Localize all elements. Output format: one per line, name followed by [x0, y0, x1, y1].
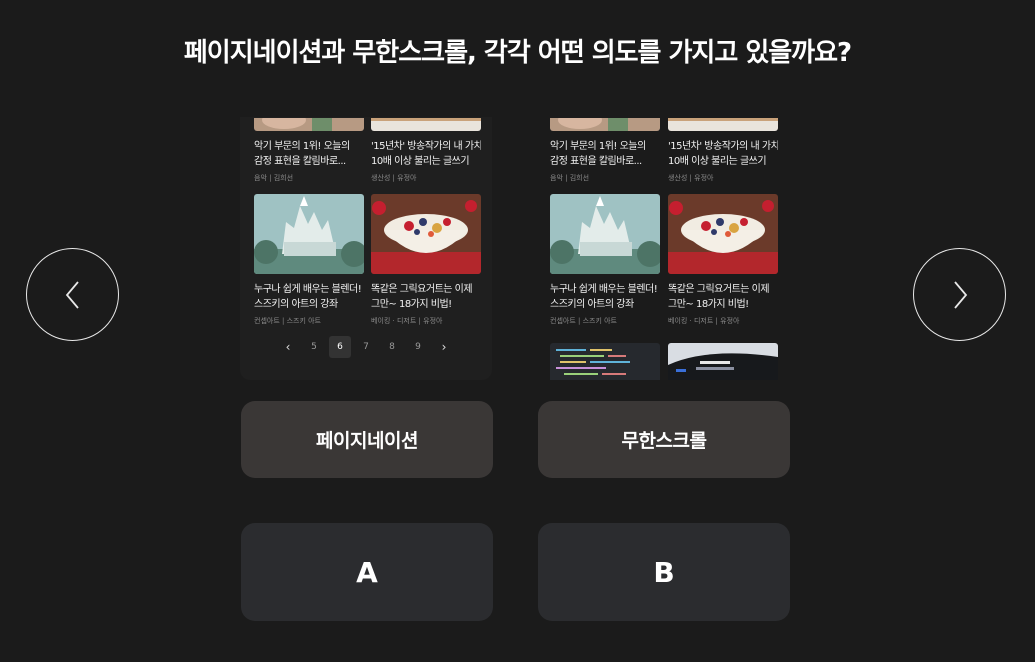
course-card: 악기 부문의 1위! 오늘의 감정 표현을 칼림바로... 음악 | 김희선: [550, 117, 660, 183]
card-thumbnail: [371, 194, 481, 274]
card-meta: 생산성 | 유정아: [668, 174, 714, 182]
card-thumbnail: [550, 117, 660, 131]
pagination-prev-icon[interactable]: ‹: [277, 336, 299, 358]
card-title-line1: '15년차' 방송작가의 내 가치: [668, 141, 778, 152]
card-title-line1: 누구나 쉽게 배우는 블렌더!: [254, 284, 362, 295]
page-button[interactable]: 7: [355, 336, 377, 358]
course-card: 누구나 쉽게 배우는 블렌더! 스즈키의 아트의 강좌 컨셉아트 | 스즈키 아…: [550, 194, 660, 326]
card-title-line1: '15년차' 방송작가의 내 가치: [371, 141, 481, 152]
course-card: 똑같은 그릭요거트는 이제 그만~ 18가지 비법! 베이킹 · 디저트 | 유…: [371, 194, 481, 326]
course-card: [668, 343, 778, 380]
card-meta: 컨셉아트 | 스즈키 아트: [550, 317, 617, 325]
card-title-line2: 그만~ 18가지 비법!: [668, 299, 749, 310]
card-thumbnail: [668, 343, 778, 380]
card-title-line1: 악기 부문의 1위! 오늘의: [254, 141, 350, 152]
chevron-right-icon: [953, 280, 967, 309]
card-meta: 생산성 | 유정아: [371, 174, 417, 182]
card-title-line2: 감정 표현을 칼림바로...: [254, 156, 346, 167]
card-title-line1: 악기 부문의 1위! 오늘의: [550, 141, 646, 152]
question-title: 페이지네이션과 무한스크롤, 각각 어떤 의도를 가지고 있을까요?: [183, 38, 852, 68]
pagination-label: 페이지네이션: [241, 401, 493, 478]
card-title-line2: 스즈키의 아트의 강좌: [550, 299, 634, 310]
card-title-line2: 그만~ 18가지 비법!: [371, 299, 452, 310]
infinite-scroll-label: 무한스크롤: [538, 401, 790, 478]
course-card: [550, 343, 660, 380]
page-button[interactable]: 9: [407, 336, 429, 358]
card-title-line2: 감정 표현을 칼림바로...: [550, 156, 642, 167]
card-thumbnail: [371, 117, 481, 131]
page-button-active[interactable]: 6: [329, 336, 351, 358]
course-card: 누구나 쉽게 배우는 블렌더! 스즈키의 아트의 강좌 컨셉아트 | 스즈키 아…: [254, 194, 364, 326]
card-thumbnail: [668, 194, 778, 274]
card-title-line2: 스즈키의 아트의 강좌: [254, 299, 338, 310]
course-card: '15년차' 방송작가의 내 가치 10배 이상 불리는 글쓰기 생산성 | 유…: [668, 117, 778, 183]
card-meta: 컨셉아트 | 스즈키 아트: [254, 317, 321, 325]
course-card: 악기 부문의 1위! 오늘의 감정 표현을 칼림바로... 음악 | 김희선: [254, 117, 364, 183]
pagination: ‹ 5 6 7 8 9 ›: [240, 336, 492, 358]
card-title-line1: 똑같은 그릭요거트는 이제: [371, 284, 473, 295]
page-button[interactable]: 5: [303, 336, 325, 358]
card-title-line1: 누구나 쉽게 배우는 블렌더!: [550, 284, 658, 295]
page-button[interactable]: 8: [381, 336, 403, 358]
answer-a-button[interactable]: A: [241, 523, 493, 621]
prev-button[interactable]: [26, 248, 119, 341]
pagination-preview: 악기 부문의 1위! 오늘의 감정 표현을 칼림바로... 음악 | 김희선 '…: [240, 117, 492, 380]
course-card: 똑같은 그릭요거트는 이제 그만~ 18가지 비법! 베이킹 · 디저트 | 유…: [668, 194, 778, 326]
card-thumbnail: [668, 117, 778, 131]
chevron-left-icon: [65, 280, 79, 309]
card-title-line2: 10배 이상 불리는 글쓰기: [371, 156, 470, 167]
card-meta: 음악 | 김희선: [254, 174, 294, 182]
answer-b-button[interactable]: B: [538, 523, 790, 621]
card-thumbnail: [254, 194, 364, 274]
card-thumbnail: [550, 194, 660, 274]
course-card: '15년차' 방송작가의 내 가치 10배 이상 불리는 글쓰기 생산성 | 유…: [371, 117, 481, 183]
card-meta: 베이킹 · 디저트 | 유정아: [668, 317, 740, 325]
card-title-line2: 10배 이상 불리는 글쓰기: [668, 156, 767, 167]
pagination-next-icon[interactable]: ›: [433, 336, 455, 358]
card-meta: 음악 | 김희선: [550, 174, 590, 182]
card-title-line1: 똑같은 그릭요거트는 이제: [668, 284, 770, 295]
card-thumbnail: [550, 343, 660, 380]
card-thumbnail: [254, 117, 364, 131]
card-meta: 베이킹 · 디저트 | 유정아: [371, 317, 443, 325]
next-button[interactable]: [913, 248, 1006, 341]
infinite-scroll-preview: 악기 부문의 1위! 오늘의 감정 표현을 칼림바로... 음악 | 김희선 '…: [538, 117, 790, 380]
